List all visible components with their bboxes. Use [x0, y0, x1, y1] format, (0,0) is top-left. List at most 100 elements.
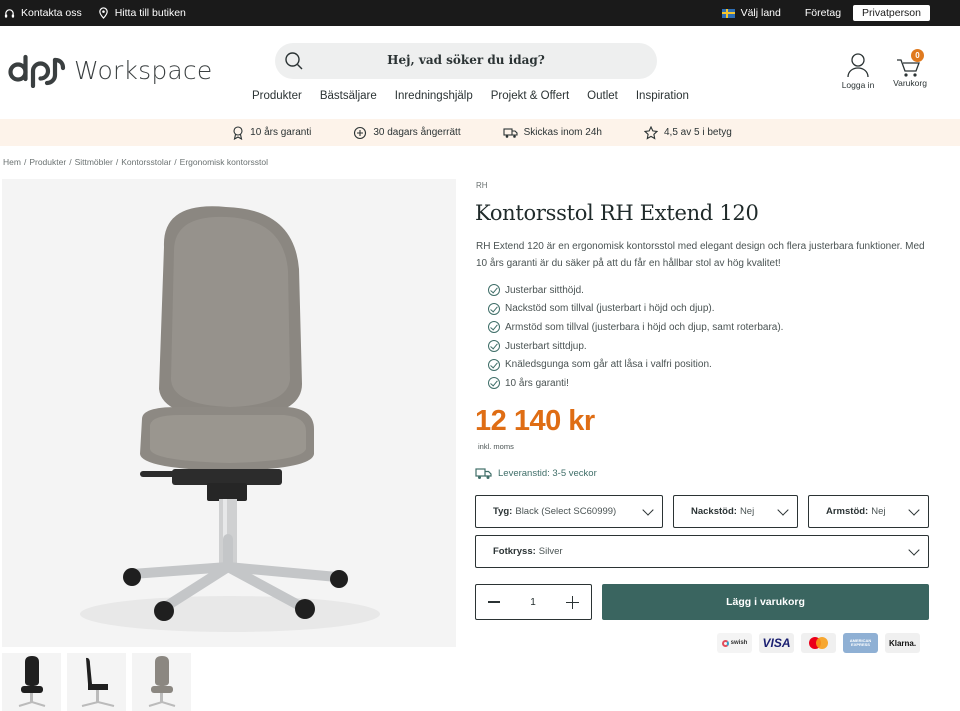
- chair-thumbnail-side: [81, 657, 115, 707]
- minus-icon[interactable]: [488, 601, 500, 603]
- product-title: Kontorsstol RH Extend 120: [475, 201, 759, 225]
- list-item: Nackstöd som tillval (justerbart i höjd …: [488, 300, 783, 319]
- headrest-select[interactable]: Nackstöd: Nej: [673, 495, 798, 528]
- amex-logo: AMERICAN EXPRESS: [843, 633, 878, 653]
- location-pin-icon: [98, 7, 108, 19]
- thumbnail-side[interactable]: [67, 653, 126, 711]
- breadcrumb: Hem / Produkter / Sittmöbler / Kontorsstolar / E…: [3, 157, 269, 167]
- search-bar[interactable]: Hej, vad söker du idag?: [275, 43, 657, 79]
- list-item: Armstöd som tillval (justerbara i höjd o…: [488, 318, 783, 337]
- payment-methods: swish VISA AMERICAN EXPRESS Klarna.: [717, 633, 920, 653]
- product-main-image[interactable]: [2, 179, 456, 647]
- cart-button[interactable]: 0 Varukorg: [890, 49, 930, 88]
- list-item: Knäledsgunga som går att låsa i valfri p…: [488, 355, 783, 374]
- business-button[interactable]: Företag: [805, 7, 841, 19]
- breadcrumb-item[interactable]: Produkter: [29, 157, 66, 167]
- base-label: Fotkryss:: [493, 546, 536, 557]
- headset-icon: [4, 8, 15, 18]
- check-circle-icon: [488, 358, 500, 371]
- base-value: Silver: [538, 546, 563, 557]
- usp-warranty-label: 10 års garanti: [250, 127, 312, 138]
- nav-item-outlet[interactable]: Outlet: [587, 90, 618, 102]
- product-brand[interactable]: RH: [476, 181, 488, 190]
- quantity-value[interactable]: 1: [530, 597, 536, 608]
- nav-item-products[interactable]: Produkter: [252, 90, 302, 102]
- fabric-select[interactable]: Tyg: Black (Select SC60999): [475, 495, 663, 528]
- lead-time: Leveranstid: 3-5 veckor: [475, 467, 597, 480]
- nav-item-interior-help[interactable]: Inredningshjälp: [395, 90, 473, 102]
- usp-rating: 4,5 av 5 i betyg: [643, 125, 732, 140]
- chevron-down-icon: [642, 504, 654, 516]
- product-price: 12 140 kr: [475, 405, 595, 437]
- usp-rating-label: 4,5 av 5 i betyg: [663, 127, 732, 138]
- nav-item-projects[interactable]: Projekt & Offert: [491, 90, 569, 102]
- feature-text: 10 års garanti!: [505, 377, 569, 389]
- fabric-label: Tyg:: [493, 506, 513, 517]
- truck-icon: [503, 127, 518, 138]
- nav-item-bestsellers[interactable]: Bästsäljare: [320, 90, 377, 102]
- usp-shipping: Skickas inom 24h: [503, 127, 602, 139]
- list-item: Justerbart sittdjup.: [488, 337, 783, 356]
- feature-text: Justerbar sitthöjd.: [505, 284, 584, 296]
- chair-thumbnail-black: [18, 656, 46, 707]
- feature-text: Armstöd som tillval (justerbara i höjd o…: [505, 321, 784, 333]
- plus-icon[interactable]: [566, 595, 579, 609]
- add-to-cart-button[interactable]: Lägg i varukorg: [602, 584, 929, 620]
- product-description: RH Extend 120 är en ergonomisk kontorsst…: [476, 241, 925, 269]
- usp-return-label: 30 dagars ångerrätt: [373, 127, 461, 138]
- armrest-label: Armstöd:: [826, 506, 869, 517]
- find-store-label: Hitta till butiken: [114, 7, 186, 19]
- usp-warranty: 10 års garanti: [232, 125, 312, 140]
- chevron-down-icon: [908, 504, 920, 516]
- cart-count-badge: 0: [911, 49, 924, 62]
- mastercard-logo: [801, 633, 836, 653]
- chevron-down-icon: [908, 544, 920, 556]
- thumbnail-strip: [2, 653, 191, 711]
- chair-thumbnail-grey: [148, 656, 176, 707]
- nav-item-inspiration[interactable]: Inspiration: [636, 90, 689, 102]
- private-button[interactable]: Privatperson: [853, 5, 930, 21]
- login-label: Logga in: [841, 80, 875, 90]
- check-circle-icon: [488, 302, 500, 315]
- usp-return: 30 dagars ångerrätt: [353, 126, 461, 140]
- check-circle-icon: [488, 377, 500, 390]
- delivery-truck-icon: [475, 468, 492, 479]
- country-label: Välj land: [740, 7, 781, 19]
- contact-label: Kontakta oss: [21, 7, 82, 19]
- breadcrumb-item[interactable]: Sittmöbler: [75, 157, 113, 167]
- breadcrumb-item[interactable]: Kontorsstolar: [121, 157, 171, 167]
- login-button[interactable]: Logga in: [838, 52, 878, 90]
- user-icon: [847, 53, 869, 78]
- feature-list: Justerbar sitthöjd. Nackstöd som tillval…: [488, 281, 783, 393]
- award-icon: [233, 125, 243, 140]
- breadcrumb-item[interactable]: Hem: [3, 157, 21, 167]
- thumbnail-front[interactable]: [2, 653, 61, 711]
- contact-link[interactable]: Kontakta oss: [4, 7, 82, 19]
- thumbnail-grey[interactable]: [132, 653, 191, 711]
- feature-text: Justerbart sittdjup.: [505, 340, 587, 352]
- usp-bar: 10 års garanti 30 dagars ångerrätt Skick…: [0, 119, 960, 146]
- armrest-value: Nej: [871, 506, 886, 517]
- logo[interactable]: Workspace: [8, 52, 212, 88]
- check-circle-icon: [488, 340, 500, 353]
- breadcrumb-current: Ergonomisk kontorsstol: [179, 157, 269, 167]
- top-bar: Kontakta oss Hitta till butiken Välj lan…: [0, 0, 960, 26]
- armrest-select[interactable]: Armstöd: Nej: [808, 495, 929, 528]
- search-input[interactable]: Hej, vad söker du idag?: [275, 53, 657, 67]
- office-chair-image: [80, 206, 380, 632]
- vat-note: inkl. moms: [478, 442, 514, 451]
- check-circle-icon: [488, 321, 500, 334]
- find-store-link[interactable]: Hitta till butiken: [98, 7, 186, 19]
- base-select[interactable]: Fotkryss: Silver: [475, 535, 929, 568]
- headrest-value: Nej: [739, 506, 755, 517]
- usp-shipping-label: Skickas inom 24h: [523, 127, 602, 138]
- lead-time-label: Leveranstid: 3-5 veckor: [498, 468, 597, 479]
- feature-text: Knäledsgunga som går att låsa i valfri p…: [505, 359, 712, 371]
- country-selector[interactable]: Välj land: [721, 7, 781, 19]
- chevron-down-icon: [777, 504, 789, 516]
- return-icon: [354, 126, 367, 139]
- quantity-stepper: 1: [475, 584, 592, 620]
- klarna-logo: Klarna.: [885, 633, 920, 653]
- check-circle-icon: [488, 284, 500, 297]
- sweden-flag-icon: [721, 8, 735, 18]
